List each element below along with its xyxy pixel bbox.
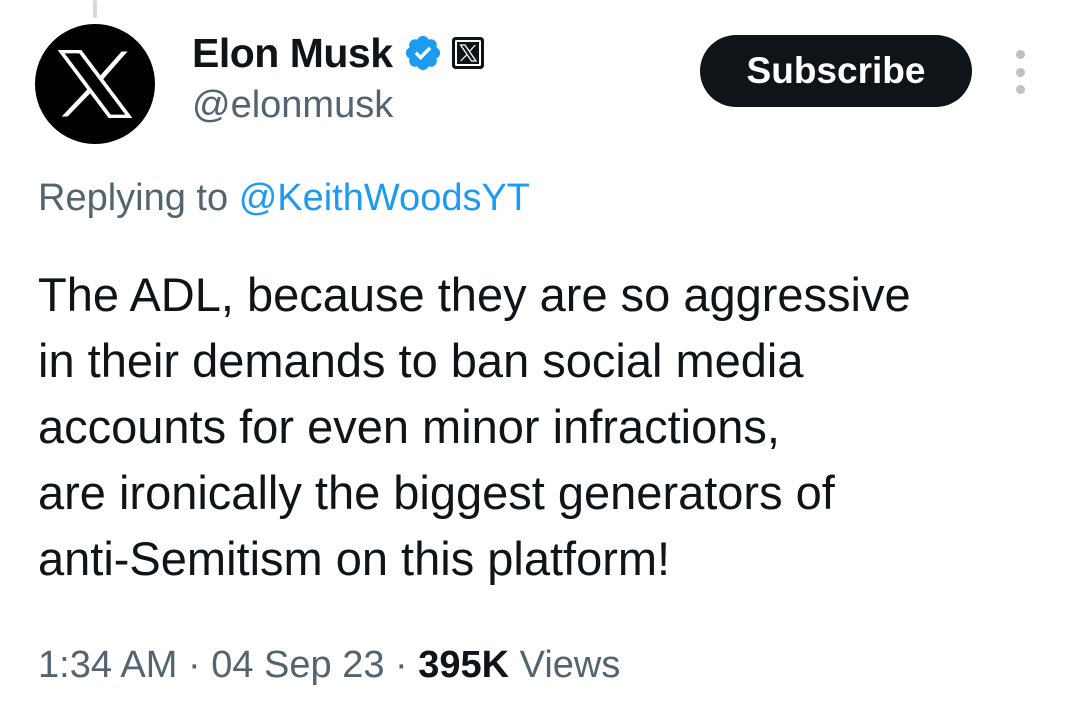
views-label: Views bbox=[519, 644, 621, 686]
thread-connector-line bbox=[93, 0, 97, 18]
tweet-time[interactable]: 1:34 AM bbox=[38, 644, 177, 686]
more-dot bbox=[1015, 50, 1025, 59]
more-dot bbox=[1015, 85, 1025, 94]
tweet-text-line: in their demands to ban social media bbox=[38, 334, 804, 387]
x-logo-icon bbox=[58, 50, 132, 118]
tweet-text-line: are ironically the biggest generators of bbox=[38, 466, 835, 519]
author-display-name[interactable]: Elon Musk bbox=[192, 30, 393, 77]
replying-to-handle-link[interactable]: @KeithWoodsYT bbox=[239, 177, 530, 219]
verified-badge-icon[interactable] bbox=[403, 33, 443, 73]
author-handle[interactable]: @elonmusk bbox=[192, 84, 393, 127]
tweet-date[interactable]: 04 Sep 23 bbox=[211, 644, 384, 686]
replying-to-line: Replying to @KeithWoodsYT bbox=[38, 177, 530, 220]
tweet-text-line: accounts for even minor infractions, bbox=[38, 400, 780, 453]
tweet-text: The ADL, because they are so aggressive … bbox=[38, 262, 1068, 592]
subscribe-button[interactable]: Subscribe bbox=[700, 35, 972, 107]
tweet-text-line: The ADL, because they are so aggressive bbox=[38, 268, 911, 321]
views-count[interactable]: 395K bbox=[418, 644, 509, 686]
more-vertical-icon[interactable] bbox=[1005, 50, 1035, 94]
meta-separator: · bbox=[187, 644, 201, 686]
replying-to-prefix: Replying to bbox=[38, 177, 229, 219]
tweet-meta-row: 1:34 AM · 04 Sep 23 · 395K Views bbox=[38, 644, 620, 687]
author-name-row: Elon Musk bbox=[192, 28, 485, 78]
tweet-text-line: anti-Semitism on this platform! bbox=[38, 532, 671, 585]
more-dot bbox=[1015, 67, 1025, 77]
meta-separator: · bbox=[395, 644, 408, 686]
avatar[interactable] bbox=[35, 24, 155, 144]
x-affiliate-badge-icon[interactable] bbox=[451, 36, 485, 70]
